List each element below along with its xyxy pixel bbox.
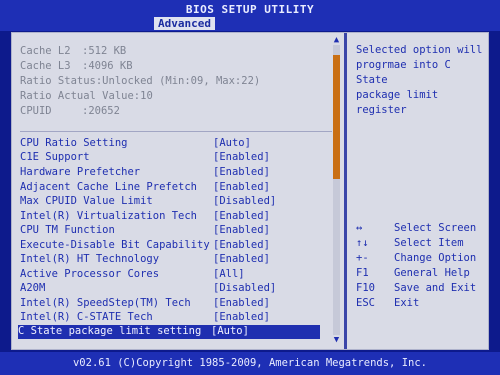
info-cpuid: CPUID :20652 (20, 105, 120, 117)
option-a20m[interactable]: A20M [Disabled] (20, 282, 320, 296)
option-label: CPU Ratio Setting (20, 137, 128, 149)
option-adjacent-cache-line-prefetch[interactable]: Adjacent Cache Line Prefetch [Enabled] (20, 181, 320, 195)
info-cache-l3: Cache L3 :4096 KB (20, 60, 133, 72)
scroll-down-arrow-icon[interactable]: ▼ (333, 336, 340, 345)
info-value: :20652 (82, 105, 120, 117)
key-legend: ↔ Select Screen ↑↓ Select Item +- Change Op… (356, 222, 491, 312)
option-cpu-ratio-setting[interactable]: CPU Ratio Setting [Auto] (20, 137, 320, 151)
option-label: Hardware Prefetcher (20, 166, 141, 178)
option-label: CPU TM Function (20, 224, 115, 236)
option-value[interactable]: [Enabled] (213, 181, 270, 193)
key-plus-minus: +- (356, 252, 369, 264)
option-value[interactable]: [Enabled] (213, 311, 270, 323)
info-value: :Unlocked (Min:09, Max:22) (95, 75, 261, 87)
option-cpu-tm-function[interactable]: CPU TM Function [Enabled] (20, 224, 320, 238)
key-esc: ESC (356, 297, 375, 309)
option-label: Adjacent Cache Line Prefetch (20, 181, 198, 193)
key-desc: Change Option (394, 252, 477, 264)
option-ht-technology[interactable]: Intel(R) HT Technology [Enabled] (20, 253, 320, 267)
key-f1: F1 (356, 267, 369, 279)
key-desc: Select Item (394, 237, 464, 249)
scroll-up-arrow-icon[interactable]: ▲ (333, 36, 340, 45)
key-row-save-exit: F10 Save and Exit (356, 282, 491, 297)
info-value: :10 (133, 90, 153, 102)
option-value[interactable]: [Enabled] (213, 166, 270, 178)
title-bar: BIOS SETUP UTILITY Advanced (0, 0, 500, 31)
option-label: Execute-Disable Bit Capability (20, 239, 210, 251)
info-label: Ratio Status (20, 75, 96, 87)
option-value[interactable]: [Enabled] (213, 151, 270, 163)
info-label: Ratio Actual Value (20, 90, 134, 102)
option-label: Active Processor Cores (20, 268, 160, 280)
option-execute-disable-bit[interactable]: Execute-Disable Bit Capability [Enabled] (20, 239, 320, 253)
info-label: CPUID (20, 105, 52, 117)
main-panel: Cache L2 :512 KB Cache L3 :4096 KB Ratio S… (11, 32, 489, 350)
info-label: Cache L2 (20, 45, 71, 57)
key-arrows-lr-icon: ↔ (356, 222, 363, 234)
info-ratio-status: Ratio Status:Unlocked (Min:09, Max:22) (20, 75, 260, 87)
info-value: :512 KB (82, 45, 127, 57)
option-label: A20M (20, 282, 46, 294)
option-label: C1E Support (20, 151, 90, 163)
settings-panel: Cache L2 :512 KB Cache L3 :4096 KB Ratio S… (12, 33, 342, 349)
divider (20, 131, 332, 132)
option-c-state-package-limit[interactable]: C State package limit setting [Auto] (18, 325, 320, 339)
key-row-general-help: F1 General Help (356, 267, 491, 282)
bios-title: BIOS SETUP UTILITY (185, 3, 315, 16)
option-c1e-support[interactable]: C1E Support [Enabled] (20, 151, 320, 165)
option-speedstep-tech[interactable]: Intel(R) SpeedStep(TM) Tech [Enabled] (20, 297, 320, 311)
key-row-exit: ESC Exit (356, 297, 491, 312)
key-row-select-screen: ↔ Select Screen (356, 222, 491, 237)
option-label: Intel(R) HT Technology (20, 253, 160, 265)
option-value[interactable]: [All] (213, 268, 245, 280)
option-virtualization-tech[interactable]: Intel(R) Virtualization Tech [Enabled] (20, 210, 320, 224)
key-desc: General Help (394, 267, 470, 279)
option-value[interactable]: [Disabled] (213, 195, 276, 207)
info-value: :4096 KB (82, 60, 133, 72)
option-label: Intel(R) SpeedStep(TM) Tech (20, 297, 191, 309)
option-value[interactable]: [Enabled] (213, 253, 270, 265)
key-desc: Save and Exit (394, 282, 477, 294)
scrollbar[interactable] (333, 45, 340, 335)
option-label: Max CPUID Value Limit (20, 195, 153, 207)
option-value[interactable]: [Enabled] (213, 224, 270, 236)
copyright-footer: v02.61 (C)Copyright 1985-2009, American … (0, 352, 500, 375)
option-value[interactable]: [Auto] (213, 137, 251, 149)
help-panel: Selected option will progrmae into C Sta… (348, 33, 488, 349)
key-f10: F10 (356, 282, 375, 294)
key-row-select-item: ↑↓ Select Item (356, 237, 491, 252)
option-value[interactable]: [Auto] (211, 325, 249, 337)
option-label: Intel(R) C-STATE Tech (20, 311, 153, 323)
option-max-cpuid-value-limit[interactable]: Max CPUID Value Limit [Disabled] (20, 195, 320, 209)
help-text: Selected option will progrmae into C Sta… (356, 44, 483, 116)
option-label: Intel(R) Virtualization Tech (20, 210, 198, 222)
key-desc: Exit (394, 297, 420, 309)
key-arrows-ud-icon: ↑↓ (356, 237, 369, 249)
option-c-state-tech[interactable]: Intel(R) C-STATE Tech [Enabled] (20, 311, 320, 325)
option-label: C State package limit setting (18, 325, 202, 337)
info-label: Cache L3 (20, 60, 71, 72)
option-value[interactable]: [Enabled] (213, 297, 270, 309)
scrollbar-thumb[interactable] (333, 55, 340, 179)
option-active-processor-cores[interactable]: Active Processor Cores [All] (20, 268, 320, 282)
option-value[interactable]: [Disabled] (213, 282, 276, 294)
info-ratio-actual: Ratio Actual Value:10 (20, 90, 153, 102)
panel-divider (344, 33, 347, 349)
option-value[interactable]: [Enabled] (213, 239, 270, 251)
option-hardware-prefetcher[interactable]: Hardware Prefetcher [Enabled] (20, 166, 320, 180)
key-desc: Select Screen (394, 222, 477, 234)
tab-advanced[interactable]: Advanced (154, 17, 215, 30)
info-cache-l2: Cache L2 :512 KB (20, 45, 126, 57)
option-value[interactable]: [Enabled] (213, 210, 270, 222)
key-row-change-option: +- Change Option (356, 252, 491, 267)
